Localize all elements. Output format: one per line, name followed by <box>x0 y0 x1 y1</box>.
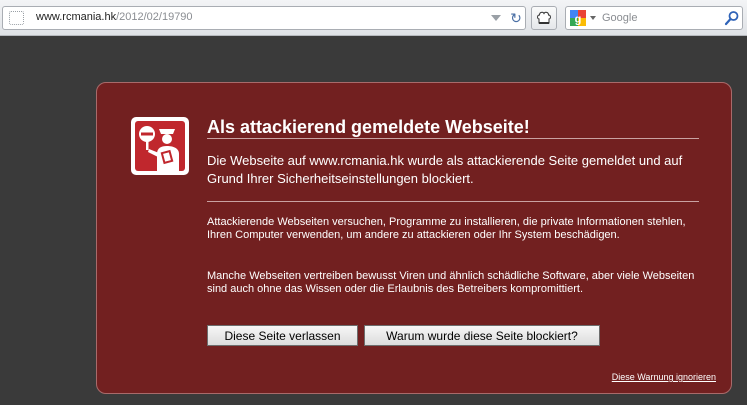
url-host: www.rcmania.hk <box>36 11 117 23</box>
browser-toolbar: www.rcmania.hk/2012/02/19790 ↻ g Google <box>0 0 747 36</box>
ignore-warning-link[interactable]: Diese Warnung ignorieren <box>612 372 716 382</box>
warning-badge <box>131 117 189 175</box>
officer-stop-icon <box>139 126 179 171</box>
lead-divider <box>207 201 699 202</box>
reload-icon[interactable]: ↻ <box>508 9 524 27</box>
url-bar[interactable]: www.rcmania.hk/2012/02/19790 ↻ <box>2 6 526 30</box>
page-icon[interactable] <box>9 11 24 25</box>
title-divider <box>207 138 699 139</box>
warning-lead-text: Die Webseite auf www.rcmania.hk wurde al… <box>207 153 683 186</box>
magnifier-icon[interactable] <box>724 10 740 26</box>
url-text[interactable]: www.rcmania.hk/2012/02/19790 <box>36 11 193 23</box>
svg-text:g: g <box>575 14 582 26</box>
engine-dropdown-icon[interactable] <box>590 16 596 20</box>
chef-hat-icon <box>537 11 551 24</box>
attack-warning-panel: Als attackierend gemeldete Webseite! Die… <box>96 82 732 394</box>
warning-paragraph-1: Attackierende Webseiten versuchen, Progr… <box>207 216 686 241</box>
google-icon[interactable]: g <box>570 10 586 26</box>
leave-page-button[interactable]: Diese Seite verlassen <box>207 325 358 346</box>
search-bar[interactable]: g Google <box>565 6 743 30</box>
chevron-down-icon[interactable] <box>491 15 501 21</box>
search-placeholder[interactable]: Google <box>602 12 637 24</box>
addon-button[interactable] <box>531 6 557 30</box>
warning-title: Als attackierend gemeldete Webseite! <box>207 117 530 137</box>
warning-paragraph-2: Manche Webseiten vertreiben bewusst Vire… <box>207 270 695 295</box>
url-path: /2012/02/19790 <box>116 11 193 23</box>
why-blocked-button[interactable]: Warum wurde diese Seite blockiert? <box>364 325 600 346</box>
